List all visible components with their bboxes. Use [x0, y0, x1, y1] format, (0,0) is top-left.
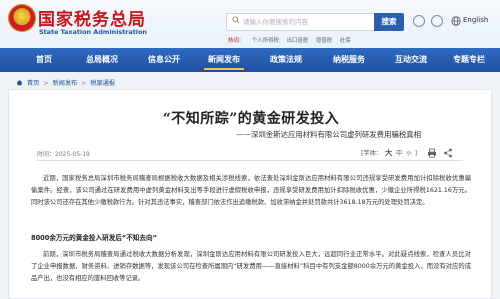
site-title-english: State Taxation Administration — [39, 28, 147, 36]
nav-item-tax-services[interactable]: 纳税服务 — [325, 48, 373, 72]
user-icon[interactable] — [413, 15, 425, 27]
font-size-small-button[interactable]: 小 — [406, 151, 411, 157]
breadcrumb-separator: > — [43, 80, 49, 87]
font-size-label: [字体： — [361, 150, 383, 157]
hot-words-label: 热词： — [228, 38, 245, 44]
article-section-heading: 8000余万元的黄金投入研发后“不知去向” — [31, 234, 157, 242]
font-size-medium-button[interactable]: 中 — [396, 150, 402, 157]
article-meta: 时间：2025-05-19 [字体： 大 中 小 ] — [37, 148, 463, 161]
nav-item-special-topics[interactable]: 专题专栏 — [445, 48, 493, 72]
nav-item-about[interactable]: 总局概况 — [78, 48, 126, 72]
share-icon[interactable] — [443, 148, 453, 158]
hot-words: 热词： 个人所得税 出口退税 增值税 社保 — [228, 36, 357, 44]
hot-word-link[interactable]: 社保 — [340, 38, 351, 44]
publish-date: 时间：2025-05-19 — [37, 151, 90, 158]
globe-icon — [451, 16, 461, 26]
main-navigation: 首页 总局概况 信息公开 新闻发布 政策法规 纳税服务 互动交流 专题专栏 — [0, 48, 500, 72]
nav-item-disclosure[interactable]: 信息公开 — [140, 48, 188, 72]
print-icon[interactable] — [427, 148, 437, 158]
search-icon — [232, 16, 240, 24]
hot-word-link[interactable]: 个人所得税 — [252, 38, 279, 44]
breadcrumb-separator: > — [81, 80, 87, 87]
article-paragraph: 近期，国家税务总局深圳市税务局稽查局根据税收大数据及相关涉税线索，依法查处深圳金… — [31, 175, 471, 206]
font-size-close-bracket: ] — [414, 150, 417, 157]
search-box — [226, 13, 374, 31]
font-size-large-button[interactable]: 大 — [385, 149, 392, 157]
site-header: ★ 国家税务总局 State Taxation Administration 搜… — [0, 0, 500, 48]
article-panel: “不知所踪”的黄金研发投入 ——深圳金斯达应用材料有限公司虚列研发费用骗税真相 … — [8, 89, 492, 299]
breadcrumb: 首页 > 新闻发布 > 税案通报 — [16, 78, 115, 87]
hot-word-link[interactable]: 增值税 — [316, 38, 332, 44]
breadcrumb-home[interactable]: 首页 — [27, 80, 39, 87]
article-subtitle: ——深圳金斯达应用材料有限公司虚列研发费用骗税真相 — [236, 130, 421, 139]
breadcrumb-news[interactable]: 新闻发布 — [52, 80, 77, 87]
search-button[interactable]: 搜索 — [374, 13, 404, 31]
home-icon — [16, 80, 23, 86]
search-input[interactable] — [243, 15, 371, 29]
nav-item-home[interactable]: 首页 — [26, 48, 62, 72]
accessibility-icon[interactable] — [431, 15, 443, 27]
english-language-link[interactable]: English — [463, 16, 488, 24]
emblem-star-icon: ★ — [17, 10, 26, 21]
nav-item-policies[interactable]: 政策法规 — [262, 48, 310, 72]
font-size-control: [字体： 大 中 小 ] — [361, 148, 417, 158]
site-title[interactable]: 国家税务总局 — [38, 5, 146, 30]
nav-item-interaction[interactable]: 互动交流 — [387, 48, 435, 72]
nav-item-news[interactable]: 新闻发布 — [200, 48, 248, 72]
article-paragraph: 前期，深圳市税务局稽查局通过税收大数据分析发现，深圳金斯达应用材料有限公司研发投… — [31, 251, 471, 282]
breadcrumb-tax-cases[interactable]: 税案通报 — [90, 80, 115, 87]
hot-word-link[interactable]: 出口退税 — [287, 38, 309, 44]
article-title: “不知所踪”的黄金研发投入 — [162, 111, 340, 127]
